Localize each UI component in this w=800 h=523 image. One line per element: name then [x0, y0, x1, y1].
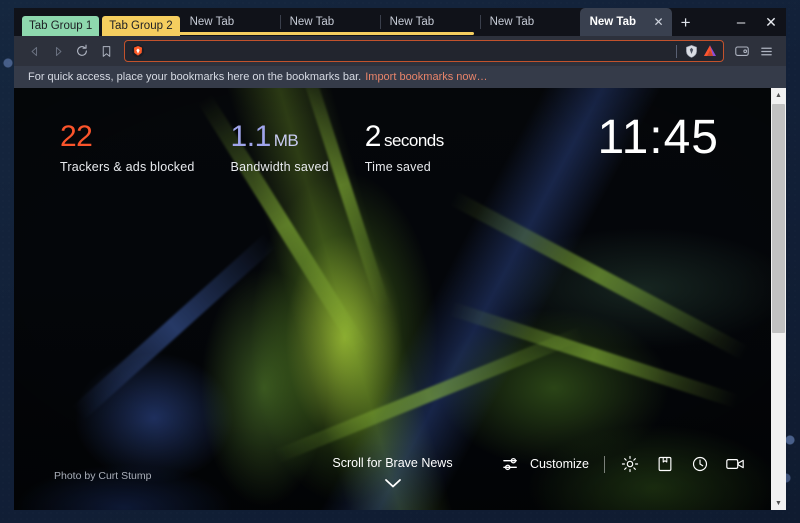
- close-tab-icon[interactable]: ✕: [654, 16, 664, 28]
- forward-icon[interactable]: [46, 39, 70, 63]
- tab-1[interactable]: New Tab: [180, 8, 280, 36]
- tab-2-label: New Tab: [289, 16, 335, 28]
- stat-bandwidth-value: 1.1: [230, 120, 272, 153]
- stat-trackers-caption: Trackers & ads blocked: [60, 159, 195, 174]
- new-tab-page: 22 Trackers & ads blocked 1.1 MB Bandwidt…: [14, 88, 771, 510]
- settings-gear-icon[interactable]: [620, 454, 640, 474]
- stat-trackers-blocked: 22 Trackers & ads blocked: [60, 121, 195, 174]
- browser-toolbar: [14, 36, 786, 66]
- tab-3[interactable]: New Tab: [379, 8, 480, 36]
- bookmark-star-icon[interactable]: [94, 39, 118, 63]
- tab-2[interactable]: New Tab: [279, 8, 380, 36]
- chevron-down-icon[interactable]: [384, 476, 402, 494]
- privacy-stats: 22 Trackers & ads blocked 1.1 MB Bandwidt…: [60, 121, 444, 174]
- scrollbar-track[interactable]: [771, 102, 786, 496]
- reload-icon[interactable]: [70, 39, 94, 63]
- tab-group-2-label: Tab Group 2: [109, 20, 173, 32]
- stat-bandwidth-unit: MB: [273, 131, 299, 150]
- tab-5-label: New Tab: [589, 16, 637, 28]
- tab-4-label: New Tab: [489, 16, 535, 28]
- omnibox-divider: [676, 44, 677, 58]
- clock-widget: 11:45: [597, 111, 719, 164]
- customize-button[interactable]: Customize: [502, 454, 589, 474]
- bookmarks-bar: For quick access, place your bookmarks h…: [14, 66, 786, 88]
- brave-wallet-icon[interactable]: [730, 39, 754, 63]
- content-area: 22 Trackers & ads blocked 1.1 MB Bandwidt…: [14, 88, 786, 510]
- customize-label: Customize: [529, 457, 589, 471]
- bookmarks-bar-message: For quick access, place your bookmarks h…: [28, 71, 362, 83]
- action-divider: [604, 455, 605, 473]
- tab-group-1-label: Tab Group 1: [29, 20, 93, 32]
- scrollbar-down-arrow[interactable]: ▼: [771, 496, 786, 510]
- bookmarks-book-icon[interactable]: [655, 454, 675, 474]
- page-scrollbar[interactable]: ▲ ▼: [771, 88, 786, 510]
- brave-search-icon: [130, 44, 145, 59]
- hamburger-menu-icon[interactable]: [754, 39, 778, 63]
- history-clock-icon[interactable]: [690, 454, 710, 474]
- stat-time-value: 2: [364, 120, 382, 153]
- import-bookmarks-link[interactable]: Import bookmarks now…: [365, 71, 487, 83]
- tab-group-1-chip[interactable]: Tab Group 1: [22, 16, 100, 36]
- brave-talk-video-icon[interactable]: [725, 454, 745, 474]
- new-tab-button[interactable]: +: [672, 8, 700, 36]
- stat-trackers-value: 22: [60, 120, 93, 153]
- window-minimize-button[interactable]: –: [726, 8, 756, 36]
- address-bar[interactable]: [124, 40, 724, 62]
- newtab-action-bar: Customize: [502, 454, 745, 474]
- stat-time-saved: 2 seconds Time saved: [364, 120, 445, 174]
- stat-bandwidth-saved: 1.1 MB Bandwidth saved: [231, 121, 329, 174]
- photo-credit[interactable]: Photo by Curt Stump: [54, 470, 151, 482]
- tab-5-active[interactable]: New Tab ✕: [579, 8, 672, 36]
- sliders-icon: [502, 454, 522, 474]
- scroll-news-label[interactable]: Scroll for Brave News: [332, 456, 452, 470]
- scrollbar-thumb[interactable]: [772, 104, 785, 333]
- tab-1-label: New Tab: [189, 16, 235, 28]
- brave-rewards-icon[interactable]: [701, 43, 718, 60]
- stat-bandwidth-caption: Bandwidth saved: [230, 159, 329, 174]
- tab-4[interactable]: New Tab: [479, 8, 580, 36]
- stat-time-unit: seconds: [383, 131, 444, 150]
- window-close-button[interactable]: ✕: [756, 8, 786, 36]
- scrollbar-up-arrow[interactable]: ▲: [771, 88, 786, 102]
- tab-3-label: New Tab: [389, 16, 435, 28]
- browser-window: Tab Group 1 Tab Group 2 New Tab New Tab …: [14, 8, 786, 510]
- tab-strip: Tab Group 1 Tab Group 2 New Tab New Tab …: [14, 8, 786, 36]
- stat-time-caption: Time saved: [364, 159, 431, 174]
- brave-shields-icon[interactable]: [683, 43, 700, 60]
- back-icon[interactable]: [22, 39, 46, 63]
